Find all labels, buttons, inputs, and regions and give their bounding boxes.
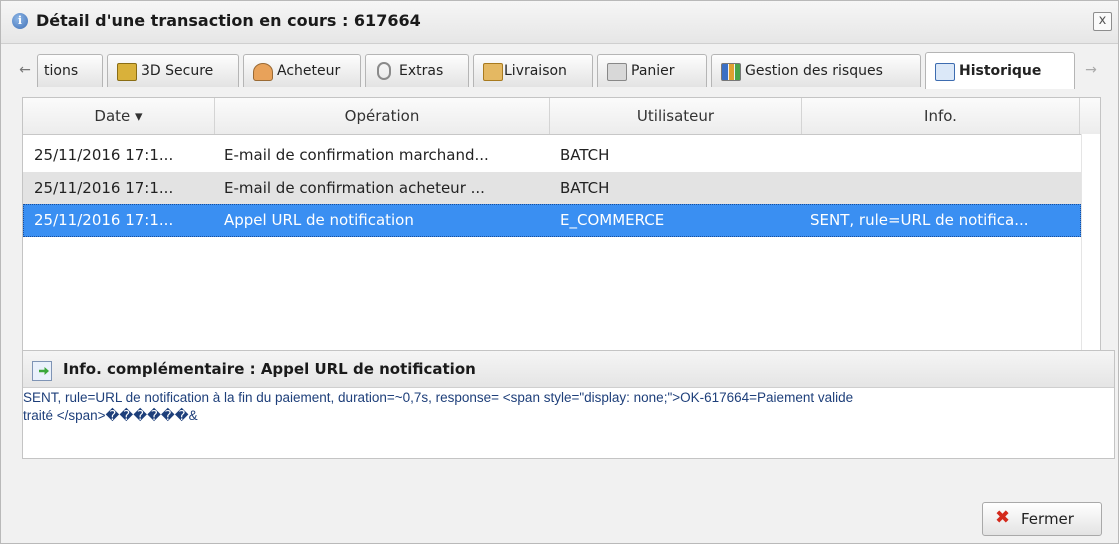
cell-operation: E-mail de confirmation marchand... (224, 146, 489, 164)
tab-3d-secure[interactable]: 3D Secure (107, 54, 239, 87)
tab-historique[interactable]: Historique (925, 52, 1075, 89)
info-panel-header: Info. complémentaire : Appel URL de noti… (23, 351, 1114, 388)
close-button-label: Fermer (1021, 510, 1074, 528)
cell-date: 25/11/2016 17:1... (34, 211, 174, 229)
info-panel-text: SENT, rule=URL de notification à la fin … (23, 389, 1111, 425)
info-line: traité </span>������& (23, 408, 198, 423)
table-row[interactable]: 25/11/2016 17:1... E-mail de confirmatio… (23, 172, 1081, 205)
info-panel: Info. complémentaire : Appel URL de noti… (22, 350, 1115, 459)
table-row-selected[interactable]: 25/11/2016 17:1... Appel URL de notifica… (23, 204, 1081, 237)
tab-label: Gestion des risques (745, 63, 883, 79)
tab-panier[interactable]: Panier (597, 54, 707, 87)
cell-user: BATCH (560, 146, 610, 164)
cart-icon (607, 63, 627, 81)
arrow-left-icon[interactable]: ← (15, 56, 35, 84)
chart-icon (721, 63, 741, 81)
column-header-info[interactable]: Info. (802, 98, 1080, 134)
tab-label: Acheteur (277, 63, 341, 79)
info-line: SENT, rule=URL de notification à la fin … (23, 390, 854, 405)
cell-date: 25/11/2016 17:1... (34, 179, 174, 197)
tab-label: Panier (631, 63, 675, 79)
lock-3d-icon (117, 63, 137, 81)
tab-gestion-des-risques[interactable]: Gestion des risques (711, 54, 921, 87)
column-header-date[interactable]: Date ▾ (23, 98, 215, 134)
column-header-user[interactable]: Utilisateur (550, 98, 802, 134)
user-icon (253, 63, 273, 81)
tab-extras[interactable]: Extras (365, 54, 469, 87)
document-arrow-icon (32, 361, 52, 381)
tab-acheteur[interactable]: Acheteur (243, 54, 361, 87)
dialog-title: Détail d'une transaction en cours : 6176… (36, 11, 421, 30)
dialog-titlebar: i Détail d'une transaction en cours : 61… (1, 1, 1118, 44)
close-button[interactable]: ✖ Fermer (982, 502, 1102, 536)
tab-bar: ← tions 3D Secure Acheteur Extras Livrai… (15, 48, 1105, 92)
tab-label: Extras (399, 63, 444, 79)
info-icon: i (12, 13, 28, 29)
cell-date: 25/11/2016 17:1... (34, 146, 174, 164)
transaction-detail-dialog: i Détail d'une transaction en cours : 61… (0, 0, 1119, 544)
notebook-icon (935, 63, 955, 81)
table-row[interactable]: 25/11/2016 17:1... E-mail de confirmatio… (23, 139, 1081, 172)
tab-label: Historique (959, 63, 1042, 79)
arrow-right-icon[interactable]: → (1081, 56, 1101, 84)
cell-operation: Appel URL de notification (224, 211, 414, 229)
cell-operation: E-mail de confirmation acheteur ... (224, 179, 485, 197)
paperclip-icon (377, 62, 391, 80)
tab-livraison[interactable]: Livraison (473, 54, 593, 87)
tab-label: tions (44, 63, 79, 79)
cell-user: E_COMMERCE (560, 211, 665, 229)
close-icon[interactable]: x (1093, 12, 1112, 31)
tab-operations[interactable]: tions (37, 54, 103, 87)
column-header-operation[interactable]: Opération (215, 98, 550, 134)
info-panel-title: Info. complémentaire : Appel URL de noti… (63, 360, 476, 378)
grid-scrollbar[interactable] (1081, 134, 1100, 350)
history-grid: Date ▾ Opération Utilisateur Info. 25/11… (22, 97, 1101, 351)
cell-info: SENT, rule=URL de notifica... (810, 211, 1029, 229)
close-icon: ✖ (995, 507, 1011, 528)
grid-header: Date ▾ Opération Utilisateur Info. (23, 98, 1100, 135)
package-icon (483, 63, 503, 81)
tab-label: 3D Secure (141, 63, 214, 79)
cell-user: BATCH (560, 179, 610, 197)
tab-label: Livraison (504, 63, 567, 79)
